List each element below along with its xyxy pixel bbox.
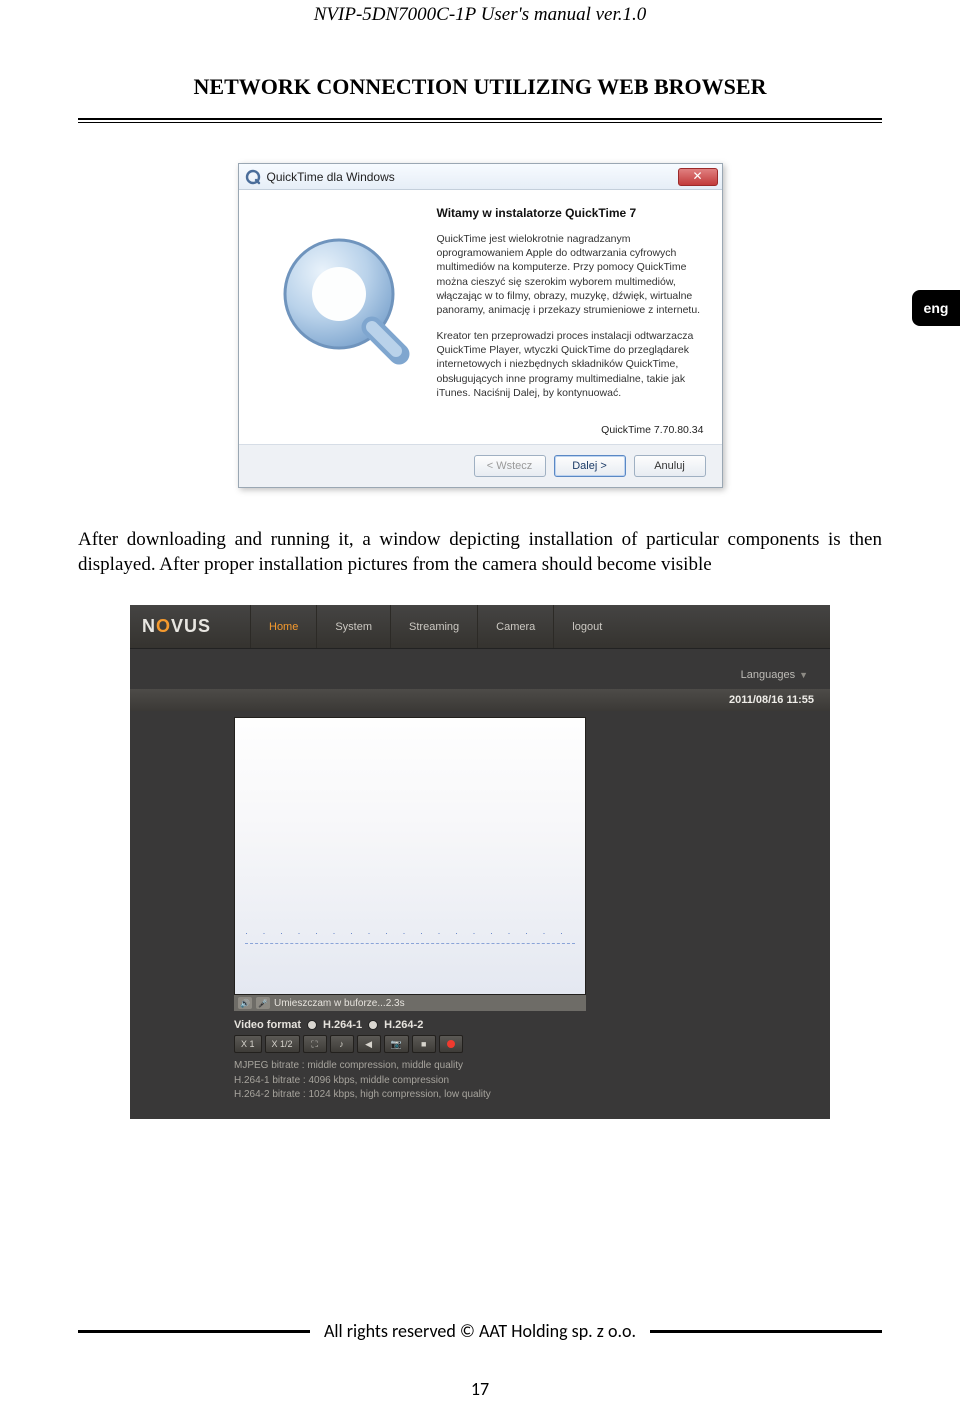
fullscreen-button[interactable]: ⛶ <box>303 1035 327 1053</box>
languages-label: Languages <box>741 669 795 681</box>
novus-navbar: NOVUS Home System Streaming Camera logou… <box>130 605 830 649</box>
stop-button[interactable]: ■ <box>412 1035 436 1053</box>
dialog-title: QuickTime dla Windows <box>267 170 395 184</box>
buffer-status: Umieszczam w buforze...2.3s <box>274 998 405 1009</box>
zoom-half-button[interactable]: X 1/2 <box>265 1035 300 1053</box>
video-format-row: Video format H.264-1 H.264-2 <box>234 1019 610 1031</box>
record-icon <box>447 1040 455 1048</box>
record-button[interactable] <box>439 1035 463 1053</box>
page-number: 17 <box>0 1378 960 1400</box>
section-title: NETWORK CONNECTION UTILIZING WEB BROWSER <box>0 74 960 100</box>
dialog-paragraph-2: Kreator ten przeprowadzi proces instalac… <box>437 329 704 400</box>
body-paragraph: After downloading and running it, a wind… <box>78 528 882 577</box>
audio-button[interactable]: ♪ <box>330 1035 354 1053</box>
tab-camera[interactable]: Camera <box>477 605 553 648</box>
novus-logo: NOVUS <box>130 616 250 637</box>
quicktime-version: QuickTime 7.70.80.34 <box>239 424 722 444</box>
logo-part: O <box>156 616 171 636</box>
tab-streaming[interactable]: Streaming <box>390 605 477 648</box>
mic-icon[interactable]: 🎤 <box>256 997 270 1009</box>
dialog-footer: < Wstecz Dalej > Anuluj <box>239 444 722 487</box>
bitrate-info-h264-1: H.264-1 bitrate : 4096 kbps, middle comp… <box>234 1074 610 1089</box>
video-area: · · · · · · · · · · · · · · · · · · · · … <box>130 711 830 1011</box>
tab-logout[interactable]: logout <box>553 605 620 648</box>
tab-system[interactable]: System <box>316 605 390 648</box>
quicktime-logo <box>247 206 437 412</box>
bitrate-info-h264-2: H.264-2 bitrate : 1024 kbps, high compre… <box>234 1088 610 1103</box>
novus-timestamp-bar: 2011/08/16 11:55 <box>130 689 830 711</box>
video-meta: Video format H.264-1 H.264-2 X 1 X 1/2 ⛶… <box>130 1011 610 1103</box>
mute-button[interactable]: ◀ <box>357 1035 381 1053</box>
radio-h264-1[interactable] <box>307 1020 317 1030</box>
bitrate-info-mjpeg: MJPEG bitrate : middle compression, midd… <box>234 1059 610 1074</box>
video-scanline <box>245 943 575 944</box>
rule <box>78 118 882 123</box>
speaker-icon[interactable]: 🔊 <box>238 997 252 1009</box>
dialog-body: Witamy w instalatorze QuickTime 7 QuickT… <box>239 190 722 424</box>
novus-tabs: Home System Streaming Camera logout <box>250 605 620 648</box>
rule-left <box>78 1330 310 1333</box>
doc-header: NVIP-5DN7000C-1P User's manual ver.1.0 <box>0 0 960 26</box>
tab-home[interactable]: Home <box>250 605 316 648</box>
novus-camera-ui: NOVUS Home System Streaming Camera logou… <box>130 605 830 1119</box>
radio-label-h264-2: H.264-2 <box>384 1019 423 1031</box>
radio-h264-2[interactable] <box>368 1020 378 1030</box>
logo-part: N <box>142 616 156 636</box>
video-waveform: · · · · · · · · · · · · · · · · · · · · … <box>245 928 575 938</box>
zoom-1x-button[interactable]: X 1 <box>234 1035 262 1053</box>
video-format-label: Video format <box>234 1019 301 1031</box>
close-button[interactable]: ✕ <box>678 168 718 186</box>
video-preview: · · · · · · · · · · · · · · · · · · · · … <box>234 717 586 995</box>
cancel-button[interactable]: Anuluj <box>634 455 706 477</box>
video-status-bar: 🔊 🎤 Umieszczam w buforze...2.3s <box>234 995 586 1011</box>
snapshot-button[interactable]: 📷 <box>384 1035 409 1053</box>
dialog-titlebar: QuickTime dla Windows ✕ <box>239 164 722 190</box>
rule-right <box>650 1330 882 1333</box>
quicktime-icon <box>245 169 261 185</box>
back-button[interactable]: < Wstecz <box>474 455 546 477</box>
languages-dropdown[interactable]: Languages ▼ <box>130 649 830 689</box>
language-tab: eng <box>912 290 960 326</box>
radio-label-h264-1: H.264-1 <box>323 1019 362 1031</box>
chevron-down-icon: ▼ <box>799 670 808 680</box>
control-row: X 1 X 1/2 ⛶ ♪ ◀ 📷 ■ <box>234 1035 610 1053</box>
footer-rule: All rights reserved © AAT Holding sp. z … <box>78 1320 882 1342</box>
quicktime-installer-dialog: QuickTime dla Windows ✕ Witamy w instala <box>238 163 723 488</box>
dialog-paragraph-1: QuickTime jest wielokrotnie nagradzanym … <box>437 232 704 317</box>
dialog-welcome: Witamy w instalatorze QuickTime 7 <box>437 206 704 220</box>
footer-text: All rights reserved © AAT Holding sp. z … <box>324 1320 636 1342</box>
logo-part: VUS <box>171 616 211 636</box>
next-button[interactable]: Dalej > <box>554 455 626 477</box>
dialog-text: Witamy w instalatorze QuickTime 7 QuickT… <box>437 206 704 412</box>
